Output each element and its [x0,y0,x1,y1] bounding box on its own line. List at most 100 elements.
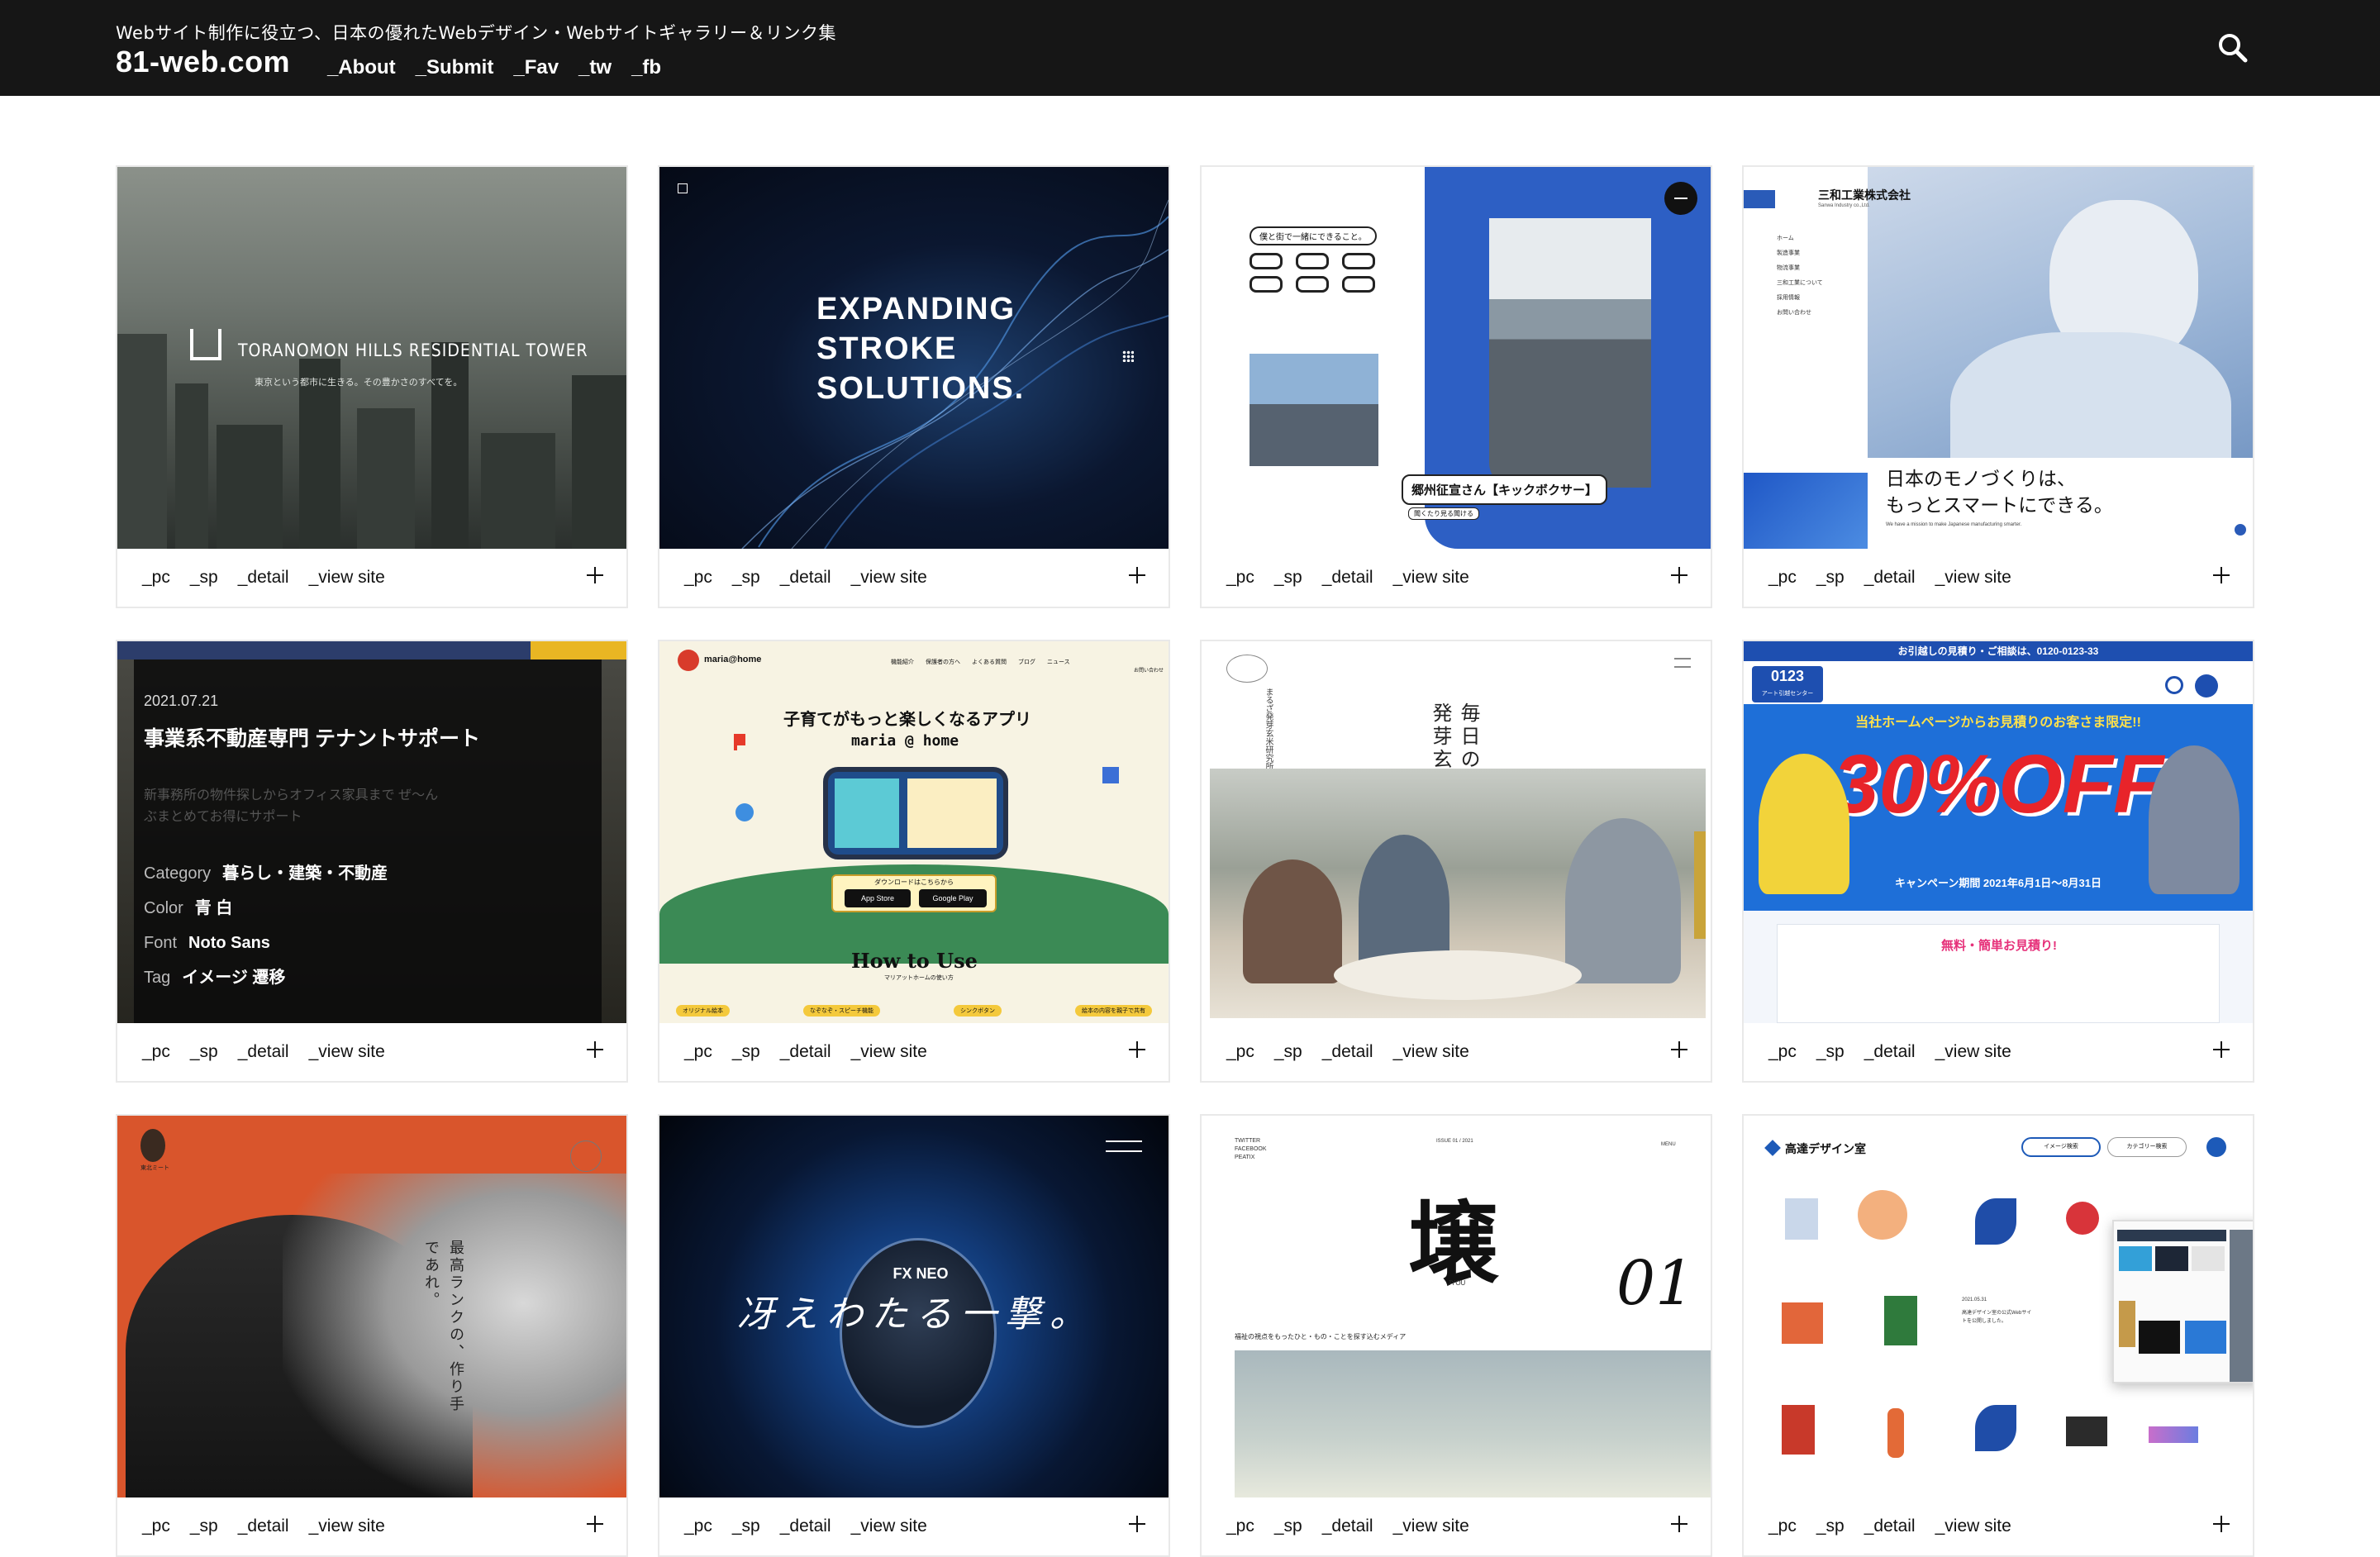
site-thumbnail[interactable]: FX NEO 冴えわたる一撃。 [659,1116,1169,1497]
view-site-link[interactable]: _view site [851,1042,927,1062]
detail-link[interactable]: _detail [780,1042,831,1062]
thumb-nav-item: よくある質問 [972,659,1007,665]
nav-submit-link[interactable]: _Submit [416,56,494,79]
plus-icon[interactable] [585,1514,605,1534]
view-site-link[interactable]: _view site [1935,1517,2011,1536]
view-site-link[interactable]: _view site [851,1517,927,1536]
view-site-link[interactable]: _view site [1393,1517,1469,1536]
pc-link[interactable]: _pc [142,1042,170,1062]
sp-link[interactable]: _sp [732,1042,760,1062]
pc-link[interactable]: _pc [142,568,170,588]
app-name: maria @ home [851,732,959,750]
site-tagline: Webサイト制作に役立つ、日本の優れたWebデザイン・Webサイトギャラリー＆リ… [116,23,837,43]
nav-about-link[interactable]: _About [327,56,396,79]
step-label: シンクボタン [954,1005,1002,1017]
plus-icon[interactable] [585,565,605,585]
pc-link[interactable]: _pc [684,568,712,588]
detail-link[interactable]: _detail [1864,1517,1916,1536]
plus-icon[interactable] [1127,565,1147,585]
pc-link[interactable]: _pc [142,1517,170,1536]
site-thumbnail[interactable]: まるざ発芽玄米研究所 毎日の暮らしに、発芽玄米を。 [1202,641,1711,1023]
plus-icon[interactable] [2211,1040,2231,1059]
site-header: Webサイト制作に役立つ、日本の優れたWebデザイン・Webサイトギャラリー＆リ… [0,0,2380,96]
site-thumbnail[interactable]: 三和工業株式会社 Sanwa Industry co.,Ltd. ホーム 製造事… [1744,167,2253,549]
plus-icon[interactable] [2211,1514,2231,1534]
sp-link[interactable]: _sp [190,1517,218,1536]
detail-link[interactable]: _detail [780,568,831,588]
pc-link[interactable]: _pc [1226,568,1254,588]
sp-link[interactable]: _sp [732,1517,760,1536]
sp-link[interactable]: _sp [1274,568,1302,588]
plus-icon[interactable] [1669,1514,1689,1534]
menu-item: 採用情報 [1777,295,1800,301]
pc-link[interactable]: _pc [684,1042,712,1062]
gallery-grid: TORANOMON HILLS RESIDENTIAL TOWER 東京という都… [116,165,2254,1557]
view-site-link[interactable]: _view site [309,1042,385,1062]
logo-number: 0123 [1770,668,1805,684]
site-thumbnail[interactable]: TWITTER FACEBOOK PEATIX ISSUE 01 / 2021 … [1202,1116,1711,1497]
site-thumbnail[interactable]: お引越しの見積り・ご相談は、0120-0123-33 0123 アート引越センタ… [1744,641,2253,1023]
card-actions: _pc _sp _detail _view site [117,549,626,607]
pc-link[interactable]: _pc [1226,1517,1254,1536]
view-site-link[interactable]: _view site [851,568,927,588]
meta-value: 青 白 [194,899,233,917]
pc-link[interactable]: _pc [1768,1517,1797,1536]
view-site-link[interactable]: _view site [309,1517,385,1536]
view-site-link[interactable]: _view site [1393,1042,1469,1062]
detail-link[interactable]: _detail [1322,1042,1373,1062]
pc-link[interactable]: _pc [1768,1042,1797,1062]
site-thumbnail[interactable]: 東北ミート 最高ランクの、作り手であれ。 [117,1116,626,1497]
pc-link[interactable]: _pc [684,1517,712,1536]
view-site-link[interactable]: _view site [309,568,385,588]
kanji-reading: JYOU [1448,1279,1466,1287]
view-site-link[interactable]: _view site [1935,1042,2011,1062]
site-thumbnail[interactable]: 僕と街で一緒にできること。 郷州征宣さん【キックボクサー】 聞くたり見る聞ける [1202,167,1711,549]
site-thumbnail[interactable]: maria@home 機能紹介 保護者の方へ よくある質問 ブログ ニュース お… [659,641,1169,1023]
site-thumbnail[interactable]: 高達デザイン室 イメージ検索 カテゴリー検索 2021.05.31 高達デザイン… [1744,1116,2253,1497]
plus-icon[interactable] [1127,1040,1147,1059]
nav-twitter-link[interactable]: _tw [578,56,612,79]
detail-link[interactable]: _detail [238,1042,289,1062]
card-actions: _pc _sp _detail _view site [117,1023,626,1081]
nav-fav-link[interactable]: _Fav [513,56,559,79]
social-links: TWITTER FACEBOOK PEATIX [1235,1137,1267,1162]
sp-link[interactable]: _sp [190,1042,218,1062]
detail-link[interactable]: _detail [1864,568,1916,588]
issue-label: ISSUE 01 / 2021 [1436,1139,1473,1144]
sp-link[interactable]: _sp [190,568,218,588]
menu-item: お問い合わせ [1777,310,1811,316]
sp-link[interactable]: _sp [1816,1042,1844,1062]
site-thumbnail[interactable]: EXPANDING STROKE SOLUTIONS. [659,167,1169,549]
menu-icon [2206,1137,2226,1157]
plus-icon[interactable] [1669,565,1689,585]
search-button[interactable] [2215,30,2251,66]
view-site-link[interactable]: _view site [1393,568,1469,588]
sp-link[interactable]: _sp [1274,1042,1302,1062]
detail-link[interactable]: _detail [780,1517,831,1536]
menu-icon [2195,674,2218,698]
plus-icon[interactable] [2211,565,2231,585]
detail-link[interactable]: _detail [1864,1042,1916,1062]
pc-link[interactable]: _pc [1768,568,1797,588]
sp-link[interactable]: _sp [1274,1517,1302,1536]
site-thumbnail[interactable]: TORANOMON HILLS RESIDENTIAL TOWER 東京という都… [117,167,626,549]
detail-link[interactable]: _detail [238,1517,289,1536]
site-thumbnail[interactable]: 2021.07.21 事業系不動産専門 テナントサポート 新事務所の物件探しから… [117,641,626,1023]
detail-link[interactable]: _detail [238,568,289,588]
sp-link[interactable]: _sp [1816,568,1844,588]
sp-link[interactable]: _sp [732,568,760,588]
plus-icon[interactable] [1127,1514,1147,1534]
detail-link[interactable]: _detail [1322,568,1373,588]
sp-link[interactable]: _sp [1816,1517,1844,1536]
site-logo[interactable]: 81-web.com [116,45,290,79]
plus-icon[interactable] [585,1040,605,1059]
blue-accent-block [1744,473,1868,549]
pc-link[interactable]: _pc [1226,1042,1254,1062]
view-site-link[interactable]: _view site [1935,568,2011,588]
howto-subtitle: マリアットホームの使い方 [884,975,954,981]
brand-mark-icon [1226,655,1268,683]
thumb-brand: TORANOMON HILLS RESIDENTIAL TOWER [238,340,588,360]
detail-link[interactable]: _detail [1322,1517,1373,1536]
nav-facebook-link[interactable]: _fb [631,56,661,79]
plus-icon[interactable] [1669,1040,1689,1059]
